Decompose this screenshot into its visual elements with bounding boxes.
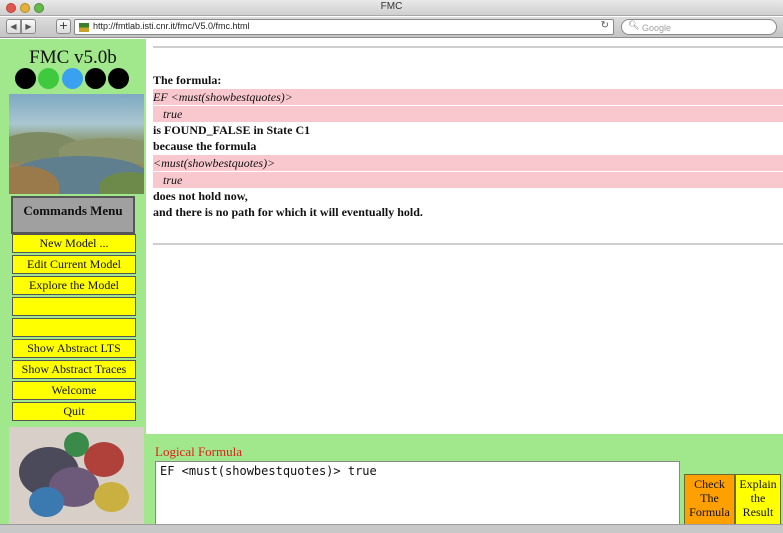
reload-icon[interactable]: ↻ [601,20,609,31]
check-formula-label: Check The Formula [689,477,730,519]
back-button[interactable]: ◀ [6,19,21,34]
address-bar[interactable]: http://fmtlab.isti.cnr.it/fmc/V5.0/fmc.h… [74,19,614,35]
new-model-button[interactable]: New Model ... [12,234,136,253]
search-input[interactable] [642,22,772,33]
status-dot [62,68,83,89]
browser-toolbar: ◀ ▶ + http://fmtlab.isti.cnr.it/fmc/V5.0… [0,17,783,38]
result-line-formula-true: true [153,106,783,122]
result-line-verdict: is FOUND_FALSE in State C1 [153,123,311,137]
welcome-button[interactable]: Welcome [12,381,136,400]
add-bookmark-button[interactable]: + [56,19,71,34]
window-title: FMC [380,1,403,12]
result-panel: The formula: EF <must(showbestquotes)> t… [146,39,783,434]
empty-menu-button-1[interactable] [12,297,136,316]
check-formula-button[interactable]: Check The Formula [684,474,735,528]
status-dot [85,68,106,89]
plus-icon: + [58,19,69,32]
app-title: FMC v5.0b [29,47,117,68]
quit-button[interactable]: Quit [12,402,136,421]
result-line-heading: The formula: [153,73,222,87]
forward-arrow-icon: ▶ [25,22,32,31]
forward-button[interactable]: ▶ [21,19,36,34]
search-icon: 🔍︎ [628,21,640,31]
browser-status-bar [0,524,783,533]
show-abstract-lts-button[interactable]: Show Abstract LTS [12,339,136,358]
status-dot [108,68,129,89]
logical-formula-input[interactable] [155,461,680,525]
result-line-no-path: and there is no path for which it will e… [153,205,423,219]
window-title-bar: FMC [0,0,783,16]
empty-menu-button-2[interactable] [12,318,136,337]
status-dots [15,68,131,90]
result-line-subformula: <must(showbestquotes)> [153,155,783,171]
result-line-not-hold: does not hold now, [153,189,248,203]
collage-image [9,427,144,524]
sidebar: FMC v5.0b Commands Menu New Model ... Ed… [0,39,146,524]
landscape-painting-image [9,94,144,194]
show-abstract-traces-button[interactable]: Show Abstract Traces [12,360,136,379]
divider [153,243,783,245]
result-line-because: because the formula [153,139,257,153]
commands-menu-title: Commands Menu [11,196,135,234]
result-line-formula: EF <must(showbestquotes)> [153,89,783,105]
explain-result-label: Explain the Result [739,477,777,519]
logical-formula-label: Logical Formula [155,444,243,459]
status-dot [38,68,59,89]
site-favicon-icon [79,23,89,32]
divider [153,46,783,48]
address-url[interactable]: http://fmtlab.isti.cnr.it/fmc/V5.0/fmc.h… [93,21,250,31]
edit-current-model-button[interactable]: Edit Current Model [12,255,136,274]
formula-panel: Logical Formula Check The Formula Explai… [146,434,783,528]
search-box[interactable]: 🔍︎ [621,19,777,35]
back-arrow-icon: ◀ [10,22,17,31]
explain-result-button[interactable]: Explain the Result [735,474,781,528]
result-line-subformula-true: true [153,172,783,188]
status-dot [15,68,36,89]
explore-model-button[interactable]: Explore the Model [12,276,136,295]
